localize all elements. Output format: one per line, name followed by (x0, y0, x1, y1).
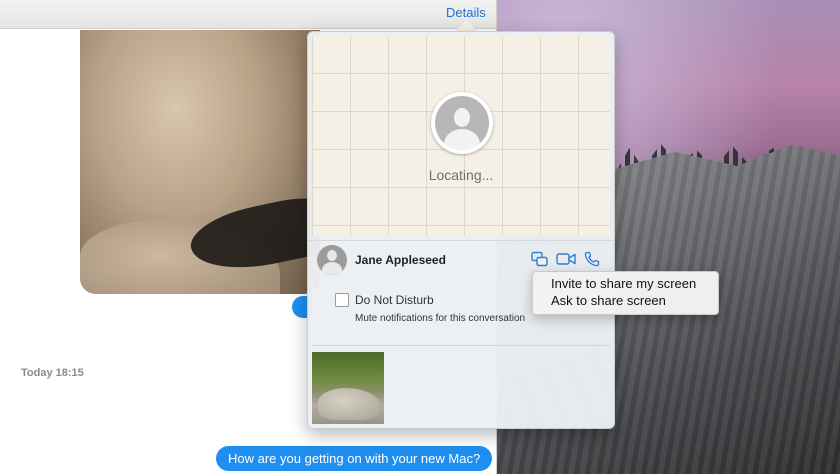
thumbnail-rock (318, 388, 380, 420)
outgoing-message-bubble[interactable]: How are you getting on with your new Mac… (216, 446, 493, 471)
phone-icon[interactable] (584, 251, 600, 272)
menu-item-invite-to-share[interactable]: Invite to share my screen (551, 276, 696, 291)
person-silhouette-icon (435, 96, 489, 150)
video-camera-icon[interactable] (556, 251, 576, 272)
map-avatar (431, 92, 493, 154)
title-bar: Details (0, 0, 496, 29)
screen-share-menu: Invite to share my screen Ask to share s… (532, 271, 719, 315)
message-timestamp: Today 18:15 (21, 367, 84, 379)
divider (312, 345, 610, 346)
details-popover: Locating... Jane Appleseed Do Not Distur… (307, 31, 615, 429)
do-not-disturb-label[interactable]: Do Not Disturb (355, 293, 434, 307)
mute-notifications-description: Mute notifications for this conversation (355, 313, 526, 324)
do-not-disturb-checkbox[interactable] (335, 293, 349, 307)
details-button[interactable]: Details (446, 5, 486, 20)
contact-name: Jane Appleseed (355, 253, 446, 267)
photo-message-bubble[interactable] (80, 30, 320, 294)
locating-status: Locating... (428, 167, 494, 183)
screen-share-icon[interactable] (531, 251, 549, 272)
contact-avatar (317, 245, 347, 275)
popover-arrow (455, 20, 477, 31)
attachment-thumbnail[interactable] (312, 352, 384, 424)
menu-item-ask-to-share[interactable]: Ask to share screen (551, 293, 666, 308)
location-map[interactable]: Locating... (312, 36, 610, 236)
